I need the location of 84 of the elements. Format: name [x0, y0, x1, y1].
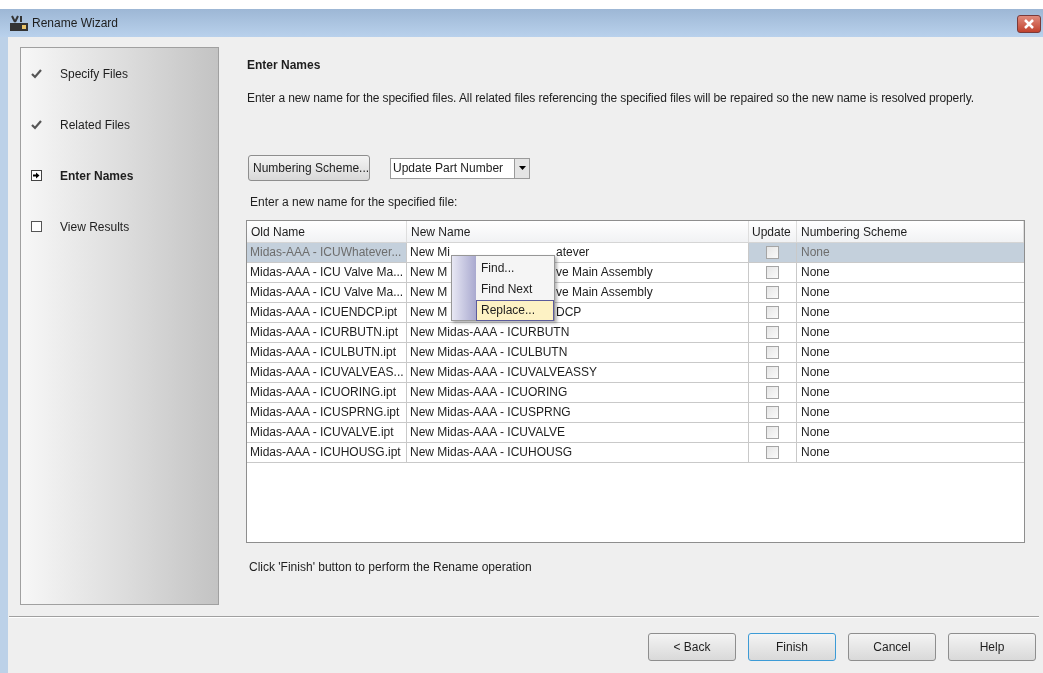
table-cell: Midas-AAA - ICUENDCP.ipt	[247, 303, 407, 322]
window-title: Rename Wizard	[32, 15, 119, 32]
dialog-button[interactable]: Cancel	[848, 633, 936, 661]
table-cell: New Midas-AAA - ICUORING	[407, 383, 749, 402]
close-icon	[1024, 19, 1034, 29]
caret-icon	[518, 166, 526, 170]
table-cell-text: None	[800, 324, 831, 341]
update-checkbox[interactable]	[766, 366, 779, 379]
app-icon	[10, 15, 28, 31]
table-row[interactable]: Midas-AAA - ICULBUTN.ipt New Midas-AAA - ICULBUTN None	[247, 343, 1024, 363]
footer-note: Click 'Finish' button to perform the Rename operation	[249, 559, 533, 576]
dialog-button[interactable]: Finish	[748, 633, 836, 661]
description-text: Enter a new name for the specified files. All related files referencing the specified files will be repaired so the new name is resolved properly.	[247, 90, 975, 107]
update-dropdown[interactable]: Update Part Number	[390, 157, 530, 179]
table-row[interactable]: Midas-AAA - ICURBUTN.ipt New Midas-AAA - ICURBUTN None	[247, 323, 1024, 343]
table-cell-text: New M	[410, 265, 448, 279]
table-caption: Enter a new name for the specified file:	[250, 194, 459, 211]
table-cell-text: DCP	[556, 304, 582, 321]
update-checkbox[interactable]	[766, 346, 779, 359]
table-cell: New Midas-AAA - ICUVALVE	[407, 423, 749, 442]
numbering-scheme-button[interactable]: Numbering Scheme...	[248, 155, 370, 181]
table-cell: Midas-AAA - ICUORING.ipt	[247, 383, 407, 402]
section-heading: Enter Names	[247, 57, 322, 72]
table-cell-text: None	[800, 284, 831, 301]
menu-item[interactable]: Replace...	[476, 300, 554, 321]
table-cell-text: New M	[410, 285, 448, 299]
dialog-button[interactable]: < Back	[648, 633, 736, 661]
table-row[interactable]: Midas-AAA - ICUVALVEAS... New Midas-AAA - ICUVALVEASSY None	[247, 363, 1024, 383]
update-checkbox[interactable]	[766, 426, 779, 439]
update-checkbox[interactable]	[766, 406, 779, 419]
menu-gutter	[452, 256, 476, 320]
table-cell: New Midas-AAA - ICURBUTN	[407, 323, 749, 342]
column-header[interactable]: Update	[749, 221, 797, 242]
table-cell: Midas-AAA - ICU Valve Ma...	[247, 263, 407, 282]
table-cell-text: None	[800, 244, 831, 261]
update-checkbox[interactable]	[766, 266, 779, 279]
table-cell: Midas-AAA - ICULBUTN.ipt	[247, 343, 407, 362]
table-cell-text: None	[800, 264, 831, 281]
update-checkbox[interactable]	[766, 246, 779, 259]
table-cell-text: None	[800, 404, 831, 421]
table-cell: New Midas-AAA - ICUHOUSG	[407, 443, 749, 462]
checkmark-icon	[31, 119, 42, 130]
step-label: Related Files	[60, 116, 131, 134]
table-row[interactable]: Midas-AAA - ICUWhatever... New Mi atever None	[247, 243, 1024, 263]
table-cell: Midas-AAA - ICUVALVEAS...	[247, 363, 407, 382]
dialog-button[interactable]: Help	[948, 633, 1036, 661]
update-checkbox[interactable]	[766, 326, 779, 339]
table-row[interactable]: Midas-AAA - ICUSPRNG.ipt New Midas-AAA - ICUSPRNG None	[247, 403, 1024, 423]
table-cell-text: None	[800, 304, 831, 321]
table-cell-text: None	[800, 344, 831, 361]
close-button[interactable]	[1017, 15, 1041, 33]
table-cell: Midas-AAA - ICURBUTN.ipt	[247, 323, 407, 342]
table-cell-text: None	[800, 424, 831, 441]
table-cell-text: None	[800, 384, 831, 401]
column-header[interactable]: Numbering Scheme	[797, 221, 1024, 242]
table-row[interactable]: Midas-AAA - ICUVALVE.ipt New Midas-AAA - ICUVALVE None	[247, 423, 1024, 443]
table-cell: Midas-AAA - ICUVALVE.ipt	[247, 423, 407, 442]
column-header[interactable]: Old Name	[247, 221, 407, 242]
update-checkbox[interactable]	[766, 306, 779, 319]
table-cell: New Midas-AAA - ICUSPRNG	[407, 403, 749, 422]
table-cell: New Midas-AAA - ICUVALVEASSY	[407, 363, 749, 382]
column-header[interactable]: New Name	[407, 221, 749, 242]
table-cell: Midas-AAA - ICUHOUSG.ipt	[247, 443, 407, 462]
update-checkbox[interactable]	[766, 446, 779, 459]
update-checkbox[interactable]	[766, 286, 779, 299]
table-cell-text: ve Main Assembly	[556, 264, 653, 281]
table-cell: New Midas-AAA - ICULBUTN	[407, 343, 749, 362]
table-row[interactable]: Midas-AAA - ICUHOUSG.ipt New Midas-AAA - ICUHOUSG None	[247, 443, 1024, 463]
table-cell: Midas-AAA - ICU Valve Ma...	[247, 283, 407, 302]
table-cell-text: atever	[556, 244, 590, 261]
update-checkbox[interactable]	[766, 386, 779, 399]
step-label: View Results	[60, 218, 130, 236]
table-cell-text: New M	[410, 305, 448, 319]
checkmark-icon	[31, 68, 42, 79]
table-cell-text: New Mi	[410, 245, 450, 259]
table-cell-text: None	[800, 444, 831, 461]
table-cell-text: None	[800, 364, 831, 381]
step-label: Enter Names	[60, 167, 134, 185]
table-cell: Midas-AAA - ICUSPRNG.ipt	[247, 403, 407, 422]
table-cell-text: ve Main Assembly	[556, 284, 653, 301]
table-row[interactable]: Midas-AAA - ICUORING.ipt New Midas-AAA - ICUORING None	[247, 383, 1024, 403]
empty-box-icon	[31, 221, 42, 232]
arrow-icon	[31, 170, 42, 181]
step-label: Specify Files	[60, 65, 129, 83]
